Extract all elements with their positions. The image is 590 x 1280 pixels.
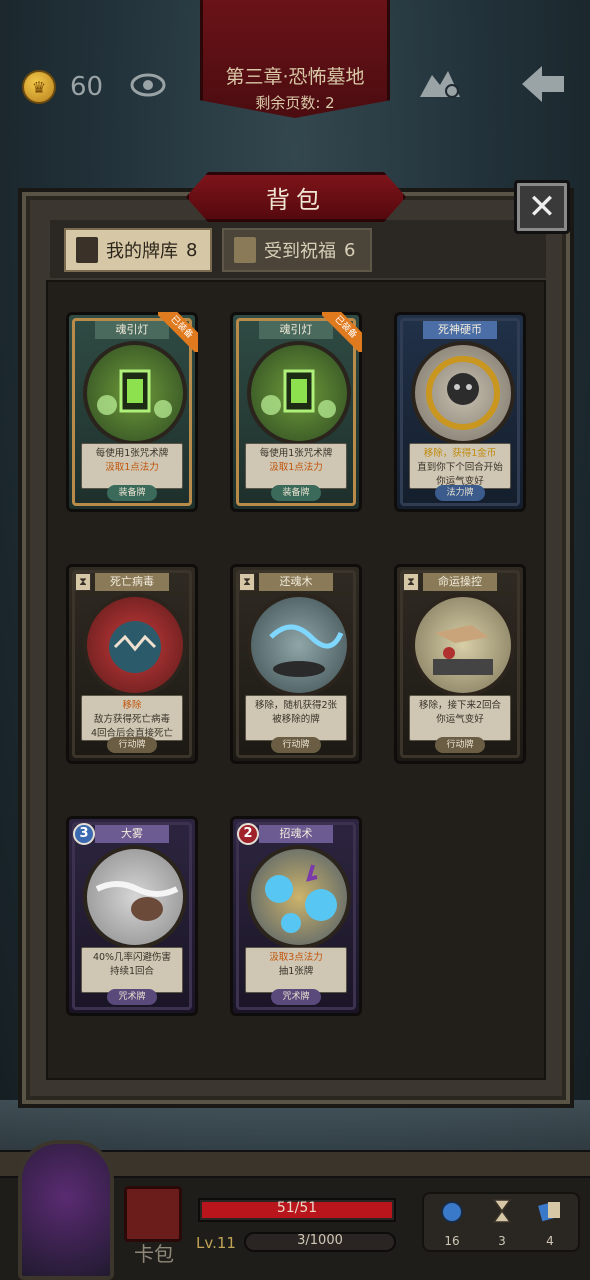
card-name: 还魂木 xyxy=(259,573,333,591)
cards-icon xyxy=(538,1202,560,1222)
panel-title: 背包 xyxy=(266,185,326,214)
close-button[interactable]: ✕ xyxy=(514,180,570,234)
tab-blessings[interactable]: 受到祝福 6 xyxy=(222,228,372,272)
card-name: 大雾 xyxy=(95,825,169,843)
card-art-summon xyxy=(247,845,351,949)
card-art-lantern xyxy=(247,341,351,445)
card-type: 装备牌 xyxy=(271,485,321,501)
card-description: 每使用1张咒术牌 汲取1点法力 xyxy=(81,443,183,489)
hourglass-icon xyxy=(492,1199,512,1223)
coin-icon: ♛ xyxy=(22,70,56,104)
tab-label: 受到祝福 xyxy=(264,241,336,262)
card-description: 移除，获得1金币 直到你下个回合开始 你运气变好 xyxy=(409,443,511,489)
card-description: 移除，随机获得2张 被移除的牌 xyxy=(245,695,347,741)
cost-badge: 2 xyxy=(237,823,259,845)
card-description: 汲取3点法力 抽1张牌 xyxy=(245,947,347,993)
equipped-badge: 已装备 xyxy=(158,312,198,352)
hp-text: 51/51 xyxy=(276,1200,318,1216)
card-soul-lantern[interactable]: 魂引灯 每使用1张咒术牌 汲取1点法力 装备牌 已装备 xyxy=(66,312,198,512)
eye-icon[interactable] xyxy=(130,70,166,100)
gift-icon xyxy=(234,237,256,263)
card-name: 死亡病毒 xyxy=(95,573,169,591)
card-death-virus[interactable]: ⧗ 死亡病毒 移除 敌方获得死亡病毒 4回合后会直接死亡 行动牌 xyxy=(66,564,198,764)
resource-cards: 4 xyxy=(530,1198,570,1248)
card-type: 装备牌 xyxy=(107,485,157,501)
xp-text: 3/1000 xyxy=(297,1233,343,1248)
pages-left: 剩余页数: 2 xyxy=(255,94,335,112)
deck-icon xyxy=(76,237,98,263)
resource-hourglass: 3 xyxy=(482,1198,522,1248)
coin-count: 60 xyxy=(70,72,104,102)
card-type: 法力牌 xyxy=(435,485,485,501)
card-art-spirit xyxy=(247,593,351,697)
card-soul-lantern[interactable]: 魂引灯 每使用1张咒术牌 汲取1点法力 装备牌 已装备 xyxy=(230,312,362,512)
card-description: 40%几率闪避伤害 持续1回合 xyxy=(81,947,183,993)
card-fog[interactable]: 3 大雾 40%几率闪避伤害 持续1回合 咒术牌 xyxy=(66,816,198,1016)
card-art-virus xyxy=(83,593,187,697)
hourglass-icon: ⧗ xyxy=(239,573,255,591)
hourglass-icon: ⧗ xyxy=(403,573,419,591)
card-type: 咒术牌 xyxy=(107,989,157,1005)
card-description: 移除，接下来2回合 你运气变好 xyxy=(409,695,511,741)
card-description: 移除 敌方获得死亡病毒 4回合后会直接死亡 xyxy=(81,695,183,741)
card-type: 行动牌 xyxy=(107,737,157,753)
card-art-fog xyxy=(83,845,187,949)
card-art-coin xyxy=(411,341,515,445)
tab-my-deck[interactable]: 我的牌库 8 xyxy=(64,228,212,272)
panel-title-banner: 背包 xyxy=(186,172,406,222)
card-art-lantern xyxy=(83,341,187,445)
card-name: 死神硬币 xyxy=(423,321,497,339)
card-bag-label[interactable]: 卡包 xyxy=(122,1238,186,1267)
card-fate-control[interactable]: ⧗ 命运操控 移除，接下来2回合 你运气变好 行动牌 xyxy=(394,564,526,764)
player-avatar[interactable] xyxy=(18,1140,114,1280)
tab-label: 我的牌库 xyxy=(106,241,178,262)
top-bar: ♛ 60 第三章·恐怖墓地 剩余页数: 2 xyxy=(0,0,590,180)
card-type: 行动牌 xyxy=(271,737,321,753)
card-death-coin[interactable]: 死神硬币 移除，获得1金币 直到你下个回合开始 你运气变好 法力牌 xyxy=(394,312,526,512)
back-arrow-icon[interactable] xyxy=(520,64,566,104)
card-description: 每使用1张咒术牌 汲取1点法力 xyxy=(245,443,347,489)
card-type: 行动牌 xyxy=(435,737,485,753)
chapter-title: 第三章·恐怖墓地 xyxy=(225,66,365,88)
card-bag-icon[interactable] xyxy=(124,1186,182,1242)
mana-orb-icon xyxy=(441,1201,463,1223)
tab-count: 8 xyxy=(186,239,198,261)
card-summon-soul[interactable]: 2 招魂术 汲取3点法力 抽1张牌 咒术牌 xyxy=(230,816,362,1016)
map-icon[interactable] xyxy=(418,65,462,101)
cost-badge: 3 xyxy=(73,823,95,845)
level-label: Lv.11 xyxy=(196,1234,236,1252)
resource-mana: 16 xyxy=(432,1198,472,1248)
equipped-badge: 已装备 xyxy=(322,312,362,352)
card-name: 命运操控 xyxy=(423,573,497,591)
card-soul-wood[interactable]: ⧗ 还魂木 移除，随机获得2张 被移除的牌 行动牌 xyxy=(230,564,362,764)
card-art-hand xyxy=(411,593,515,697)
tab-count: 6 xyxy=(344,239,356,261)
card-type: 咒术牌 xyxy=(271,989,321,1005)
hourglass-icon: ⧗ xyxy=(75,573,91,591)
card-name: 招魂术 xyxy=(259,825,333,843)
